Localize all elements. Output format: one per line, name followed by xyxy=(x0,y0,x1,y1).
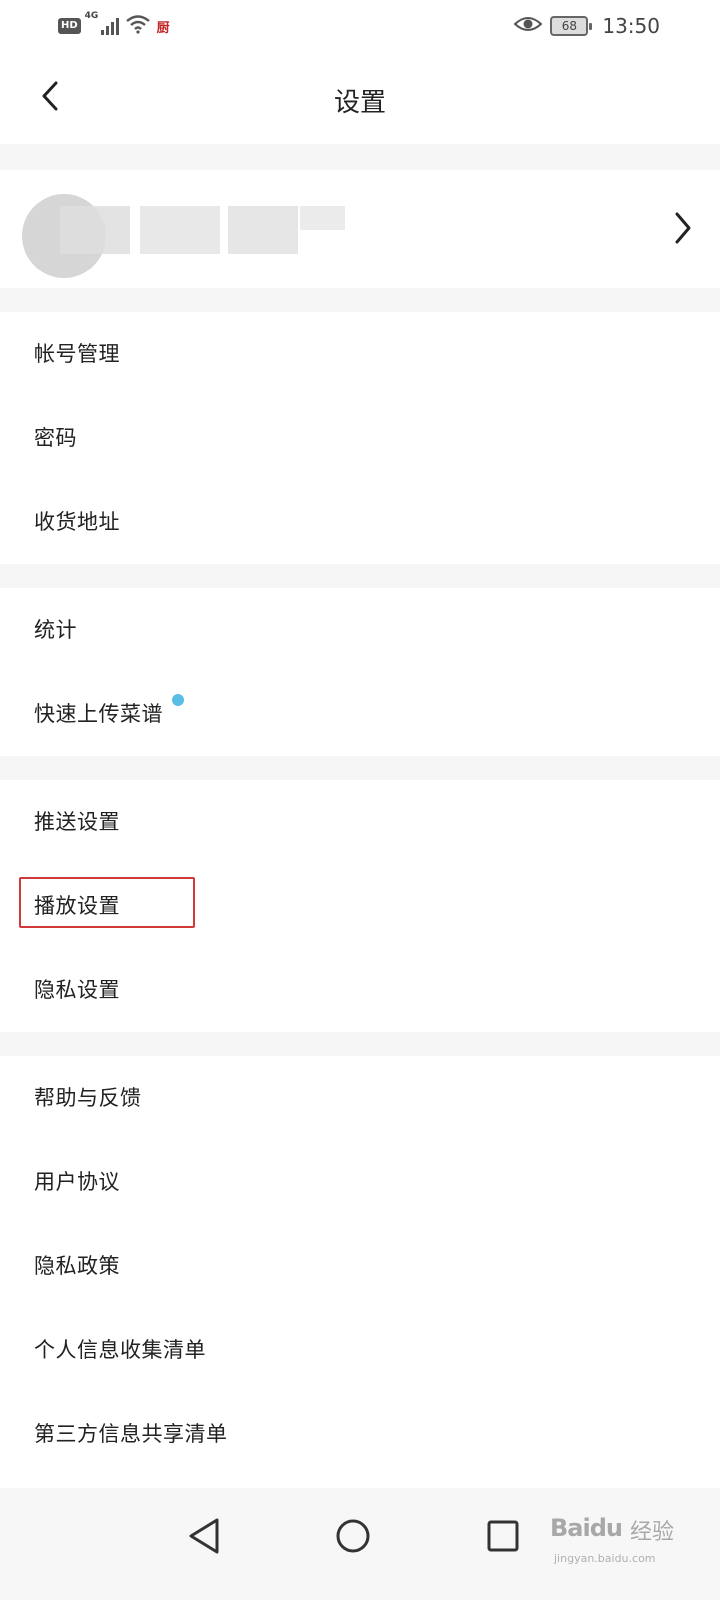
setting-item-personal-info-list[interactable]: 个人信息收集清单 xyxy=(0,1308,720,1392)
notification-dot xyxy=(172,694,184,706)
section-divider xyxy=(0,564,720,588)
setting-item-address[interactable]: 收货地址 xyxy=(0,480,720,564)
setting-item-label: 推送设置 xyxy=(34,810,120,834)
setting-item-label: 隐私设置 xyxy=(34,978,120,1002)
setting-item-statistics[interactable]: 统计 xyxy=(0,588,720,672)
setting-item-label: 第三方信息共享清单 xyxy=(34,1422,228,1446)
setting-item-label: 密码 xyxy=(34,426,77,450)
blurred-username xyxy=(140,206,220,254)
setting-item-user-agreement[interactable]: 用户协议 xyxy=(0,1140,720,1224)
setting-item-password[interactable]: 密码 xyxy=(0,396,720,480)
setting-item-quick-upload[interactable]: 快速上传菜谱 xyxy=(0,672,720,756)
section-divider xyxy=(0,1032,720,1056)
blurred-username xyxy=(228,206,298,254)
nav-back-button[interactable] xyxy=(176,1510,232,1566)
watermark-brand: Baidu xyxy=(550,1514,623,1542)
hd-icon: HD xyxy=(58,18,81,34)
wifi-icon xyxy=(125,14,151,38)
nav-home-button[interactable] xyxy=(325,1510,381,1566)
profile-row[interactable] xyxy=(0,170,720,288)
square-recents-icon xyxy=(486,1519,520,1557)
triangle-back-icon xyxy=(187,1517,221,1559)
setting-item-privacy-settings[interactable]: 隐私设置 xyxy=(0,948,720,1032)
setting-item-label: 收货地址 xyxy=(34,510,120,534)
section-divider xyxy=(0,288,720,312)
watermark-brand-cn: 经验 xyxy=(630,1520,675,1545)
circle-home-icon xyxy=(335,1518,371,1558)
battery-icon: 68 xyxy=(550,16,593,36)
cell-signal-icon: 4G xyxy=(85,11,119,35)
watermark: Baidu 经验 jingyan.baidu.com xyxy=(550,1494,690,1584)
setting-item-label: 统计 xyxy=(34,618,77,642)
page-title: 设置 xyxy=(333,88,386,118)
setting-item-third-party-list[interactable]: 第三方信息共享清单 xyxy=(0,1392,720,1476)
eye-icon xyxy=(513,15,543,37)
section-divider xyxy=(0,756,720,780)
setting-item-label: 帮助与反馈 xyxy=(34,1086,142,1110)
blurred-username xyxy=(300,206,345,230)
chevron-right-icon xyxy=(673,211,693,249)
watermark-url: jingyan.baidu.com xyxy=(554,1552,656,1565)
blurred-username xyxy=(60,206,130,254)
setting-item-help[interactable]: 帮助与反馈 xyxy=(0,1056,720,1140)
nav-recents-button[interactable] xyxy=(475,1510,531,1566)
app-notification-icon: 厨 xyxy=(156,20,170,36)
status-bar: HD 4G 厨 68 13:50 xyxy=(0,0,720,52)
status-time: 13:50 xyxy=(602,14,660,38)
highlight-annotation xyxy=(19,877,195,928)
setting-item-label: 用户协议 xyxy=(34,1170,120,1194)
setting-item-label: 隐私政策 xyxy=(34,1254,120,1278)
setting-item-label: 快速上传菜谱 xyxy=(34,702,163,726)
setting-item-label: 帐号管理 xyxy=(34,342,120,366)
setting-item-account[interactable]: 帐号管理 xyxy=(0,312,720,396)
section-divider xyxy=(0,144,720,170)
setting-item-push[interactable]: 推送设置 xyxy=(0,780,720,864)
network-type-label: 4G xyxy=(84,11,99,21)
top-app-bar: 设置 xyxy=(0,52,720,144)
setting-item-label: 个人信息收集清单 xyxy=(34,1338,206,1362)
setting-item-privacy-policy[interactable]: 隐私政策 xyxy=(0,1224,720,1308)
profile-chevron xyxy=(668,210,698,250)
